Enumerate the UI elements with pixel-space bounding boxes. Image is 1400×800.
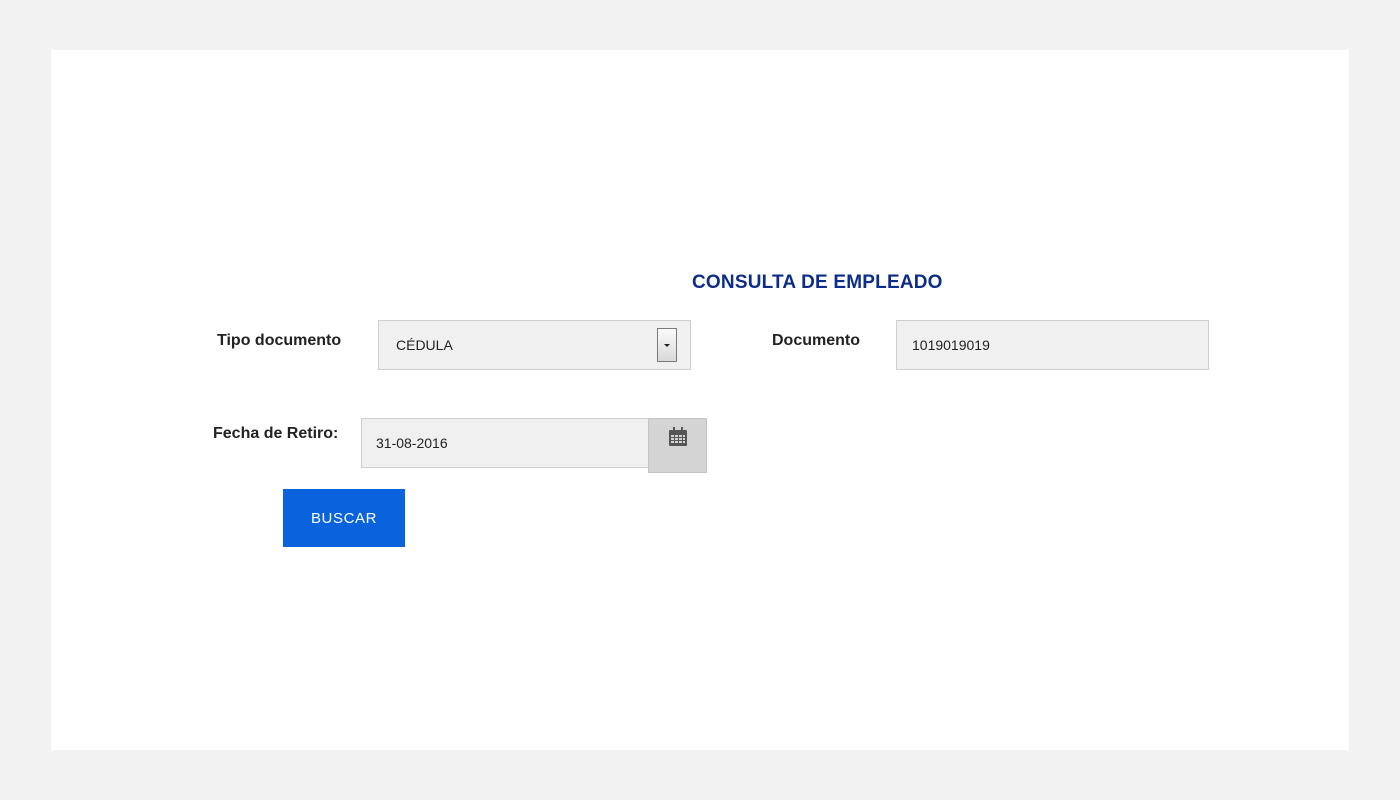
tipo-documento-label: Tipo documento: [217, 332, 342, 349]
main-panel: [51, 50, 1349, 750]
page-title: CONSULTA DE EMPLEADO: [692, 272, 943, 293]
fecha-retiro-input[interactable]: 31-08-2016: [361, 418, 650, 468]
chevron-down-icon[interactable]: [657, 328, 677, 362]
documento-label: Documento: [772, 332, 860, 349]
documento-value: 1019019019: [912, 337, 990, 353]
buscar-button[interactable]: BUSCAR: [283, 489, 405, 547]
calendar-icon: [669, 427, 687, 446]
tipo-documento-select[interactable]: CÉDULA: [378, 320, 691, 370]
fecha-retiro-value: 31-08-2016: [376, 435, 448, 451]
tipo-documento-selected-value: CÉDULA: [396, 337, 453, 353]
fecha-retiro-label: Fecha de Retiro:: [213, 425, 339, 442]
date-picker-button[interactable]: [648, 418, 707, 473]
documento-input[interactable]: 1019019019: [896, 320, 1209, 370]
